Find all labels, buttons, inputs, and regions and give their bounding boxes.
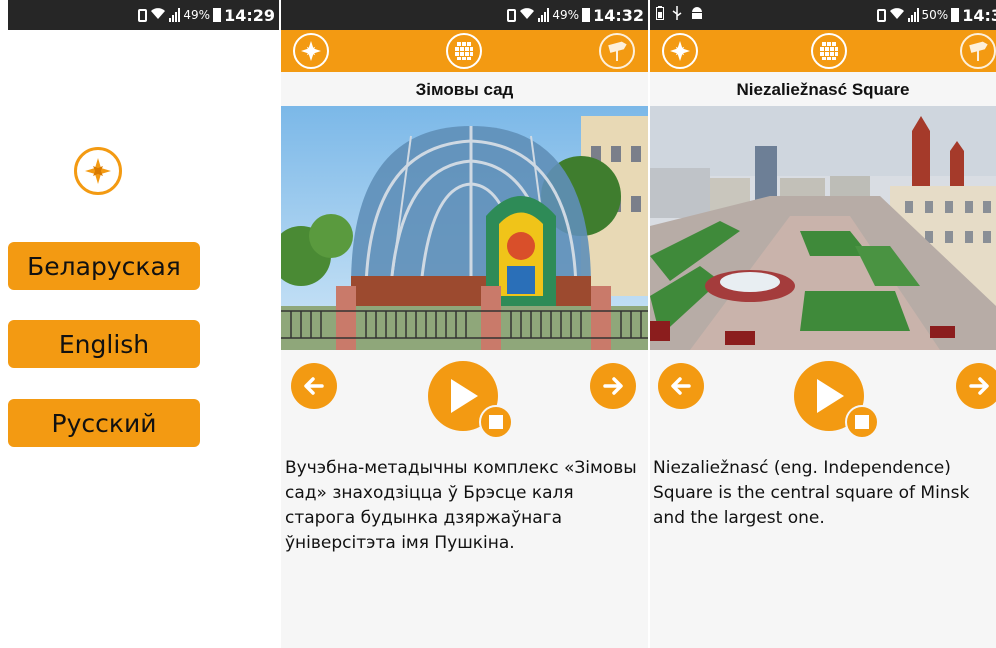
status-time: 14:3 <box>962 5 996 25</box>
vibrate-icon <box>876 8 886 22</box>
wifi-icon <box>150 7 166 24</box>
place-title: Зімовы сад <box>415 80 514 99</box>
arrow-right-icon[interactable] <box>956 363 996 409</box>
status-bar: 49% 14:32 <box>281 0 648 30</box>
language-select-screen: 49% 14:29 Беларуская English Русский <box>8 0 279 648</box>
status-time: 14:29 <box>224 5 275 25</box>
winter-garden-photo <box>281 106 648 350</box>
stop-icon[interactable] <box>479 405 513 439</box>
arrow-left-icon[interactable] <box>658 363 704 409</box>
battery-percent: 50% <box>921 8 949 22</box>
toolbar <box>650 30 996 72</box>
arrow-right-icon[interactable] <box>590 363 636 409</box>
battery-icon <box>656 6 664 24</box>
place-description: Вучэбна-метадычны комплекс «Зімовы сад» … <box>285 458 637 553</box>
grid-icon[interactable] <box>811 33 847 69</box>
charging-battery-icon <box>951 8 960 22</box>
status-bar: 49% 14:29 <box>8 0 279 30</box>
toolbar <box>281 30 648 72</box>
language-button-belarusian[interactable]: Беларуская <box>8 242 200 290</box>
signal-icon <box>169 8 181 22</box>
place-screen-belarusian: 49% 14:32 Зімовы сад Вучэбна-метадычны к… <box>281 0 648 648</box>
battery-percent: 49% <box>552 8 580 22</box>
square-aerial-photo <box>650 106 996 350</box>
grid-icon[interactable] <box>446 33 482 69</box>
signpost-icon[interactable] <box>960 33 996 69</box>
status-bar: 50% 14:3 <box>650 0 996 30</box>
vibrate-icon <box>507 8 517 22</box>
battery-icon <box>582 8 591 22</box>
language-button-russian[interactable]: Русский <box>8 399 200 447</box>
status-time: 14:32 <box>593 5 644 25</box>
usb-icon <box>672 6 682 24</box>
signal-icon <box>538 8 550 22</box>
arrow-left-icon[interactable] <box>291 363 337 409</box>
wifi-icon <box>889 7 905 24</box>
compass-rose-icon[interactable] <box>293 33 329 69</box>
compass-rose-icon[interactable] <box>662 33 698 69</box>
signal-icon <box>907 8 919 22</box>
compass-rose-icon <box>74 147 122 195</box>
battery-icon <box>213 8 222 22</box>
language-button-english[interactable]: English <box>8 320 200 368</box>
stop-icon[interactable] <box>845 405 879 439</box>
signpost-icon[interactable] <box>599 33 635 69</box>
place-description: Niezaliežnasć (eng. Independence) Square… <box>653 458 970 528</box>
vibrate-icon <box>138 8 148 22</box>
wifi-icon <box>519 7 535 24</box>
battery-percent: 49% <box>183 8 211 22</box>
place-screen-english: 50% 14:3 Niezaliežnasć Square <box>650 0 996 648</box>
place-title: Niezaliežnasć Square <box>736 80 910 99</box>
android-icon <box>690 6 704 24</box>
